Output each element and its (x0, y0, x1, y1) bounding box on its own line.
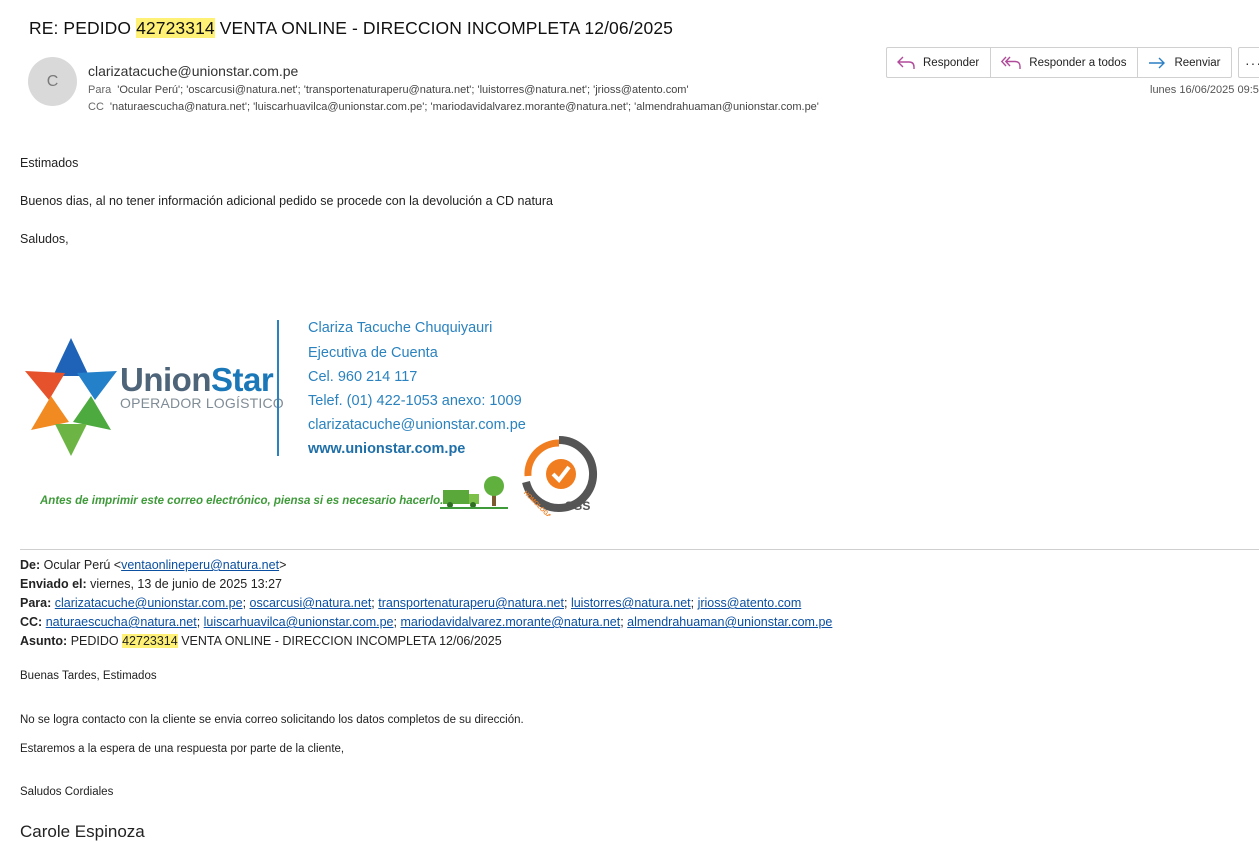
brand-subtitle: OPERADOR LOGÍSTICO (120, 395, 284, 411)
quoted-cc-link[interactable]: almendrahuaman@unionstar.com.pe (627, 615, 832, 629)
forward-button[interactable]: Reenviar (1138, 48, 1231, 77)
recipients-cc: CC 'naturaescucha@natura.net'; 'luiscarhu… (88, 101, 819, 113)
subject-suffix: VENTA ONLINE - DIRECCION INCOMPLETA 12/0… (214, 18, 673, 38)
signature-divider (277, 320, 279, 456)
quoted-subject-label: Asunto: (20, 634, 68, 648)
signature-email[interactable]: clarizatacuche@unionstar.com.pe (308, 417, 526, 433)
quoted-cc-link[interactable]: mariodavidalvarez.morante@natura.net (400, 615, 620, 629)
quoted-separator (20, 549, 1259, 550)
received-date: lunes 16/06/2025 09:5 (1150, 84, 1259, 96)
quoted-sent-label: Enviado el: (20, 577, 87, 591)
quoted-from-email[interactable]: ventaonlineperu@natura.net (121, 558, 279, 572)
quoted-to-link[interactable]: clarizatacuche@unionstar.com.pe (55, 596, 243, 610)
forward-label: Reenviar (1174, 56, 1221, 69)
cc-label: CC (88, 101, 104, 113)
sgs-label: SGS (565, 499, 590, 513)
brand-union: Union (120, 361, 211, 398)
to-list[interactable]: 'Ocular Perú'; 'oscarcusi@natura.net'; '… (117, 84, 688, 96)
to-label: Para (88, 84, 112, 96)
quoted-to-link[interactable]: transportenaturaperu@natura.net (378, 596, 564, 610)
unionstar-star-logo-icon (25, 338, 117, 456)
quoted-to-link[interactable]: jrioss@atento.com (698, 596, 802, 610)
quoted-to-link[interactable]: oscarcusi@natura.net (250, 596, 372, 610)
quoted-subject-order-highlight: 42723314 (122, 634, 178, 648)
signature-role: Ejecutiva de Cuenta (308, 345, 438, 361)
quoted-cc: CC: naturaescucha@natura.net; luiscarhua… (20, 615, 833, 629)
quoted-closing: Saludos Cordiales (20, 786, 114, 798)
sgs-ring-text: HOMOLOGADO (522, 490, 558, 516)
reply-all-button[interactable]: Responder a todos (991, 48, 1139, 77)
quoted-cc-link[interactable]: naturaescucha@natura.net (46, 615, 197, 629)
reply-label: Responder (923, 56, 980, 69)
eco-truck-tree-icon (440, 476, 508, 509)
quoted-from: De: Ocular Perú <ventaonlineperu@natura.… (20, 558, 286, 572)
email-subject: RE: PEDIDO 42723314 VENTA ONLINE - DIREC… (29, 18, 673, 39)
signature-web[interactable]: www.unionstar.com.pe (308, 441, 465, 457)
cc-list[interactable]: 'naturaescucha@natura.net'; 'luiscarhuav… (110, 101, 819, 113)
body-greeting: Estimados (20, 156, 79, 170)
quoted-line-2: Estaremos a la espera de una respuesta p… (20, 743, 345, 755)
quoted-cc-label: CC: (20, 615, 43, 629)
quoted-to-link[interactable]: luistorres@natura.net (571, 596, 691, 610)
sgs-certification-seal-icon: SGS HOMOLOGADO (522, 436, 598, 516)
recipients-to: Para 'Ocular Perú'; 'oscarcusi@natura.net… (88, 84, 689, 96)
quoted-subject-prefix: PEDIDO (67, 634, 123, 648)
sender-avatar[interactable]: C (28, 57, 77, 106)
quoted-signer-name: Carole Espinoza (20, 822, 145, 841)
body-closing: Saludos, (20, 232, 69, 246)
signature-tel: Telef. (01) 422-1053 anexo: 1009 (308, 393, 522, 409)
quoted-subject-suffix: VENTA ONLINE - DIRECCION INCOMPLETA 12/0… (177, 634, 502, 648)
quoted-cc-link[interactable]: luiscarhuavilca@unionstar.com.pe (204, 615, 394, 629)
quoted-subject: Asunto: PEDIDO 42723314 VENTA ONLINE - D… (20, 634, 502, 648)
signature-name: Clariza Tacuche Chuquiyauri (308, 320, 493, 336)
quoted-from-label: De: (20, 558, 41, 572)
brand-star: Star (210, 361, 274, 398)
quoted-sent-date: viernes, 13 de junio de 2025 13:27 (86, 577, 282, 591)
reply-icon (897, 56, 915, 69)
forward-arrow-icon (1149, 57, 1166, 68)
unionstar-wordmark: UnionStar OPERADOR LOGÍSTICO (120, 361, 284, 412)
quoted-to: Para: clarizatacuche@unionstar.com.pe; o… (20, 596, 802, 610)
quoted-from-name: Ocular Perú < (40, 558, 122, 572)
subject-prefix: RE: PEDIDO (29, 18, 137, 38)
reply-all-label: Responder a todos (1029, 56, 1127, 69)
message-actions: Responder Responder a todos Reenviar (886, 47, 1233, 78)
body-message: Buenos dias, al no tener información adi… (20, 194, 553, 208)
subject-order-highlight: 42723314 (136, 18, 215, 38)
reply-button[interactable]: Responder (887, 48, 992, 77)
quoted-sent: Enviado el: viernes, 13 de junio de 2025… (20, 577, 282, 591)
quoted-line-1: No se logra contacto con la cliente se e… (20, 714, 524, 726)
quoted-from-close: > (279, 558, 287, 572)
quoted-to-label: Para: (20, 596, 52, 610)
quoted-greeting: Buenas Tardes, Estimados (20, 670, 157, 682)
sender-address[interactable]: clarizatacuche@unionstar.com.pe (88, 63, 298, 79)
more-actions-button[interactable]: ··· (1238, 47, 1259, 78)
eco-print-note: Antes de imprimir este correo electrónic… (40, 495, 444, 507)
reply-all-icon (1001, 56, 1021, 69)
signature-cel: Cel. 960 214 117 (308, 369, 418, 385)
